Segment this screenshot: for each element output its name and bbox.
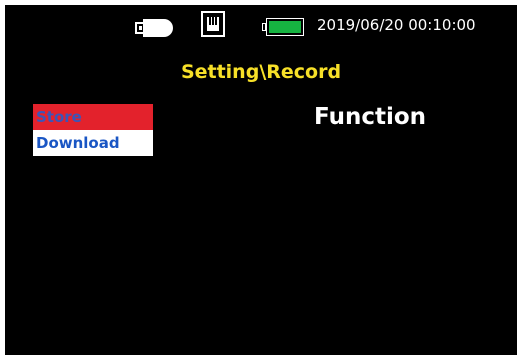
- battery-icon: [262, 18, 304, 36]
- menu-item-download[interactable]: Download: [33, 130, 153, 156]
- ethernet-port-icon: [201, 11, 225, 37]
- device-screen: 2019/06/20 00:10:00 Setting\Record Store…: [5, 5, 517, 355]
- status-datetime: 2019/06/20 00:10:00: [317, 16, 476, 34]
- record-menu: Store Download: [33, 104, 153, 156]
- function-label: Function: [314, 104, 427, 130]
- page-title: Setting\Record: [180, 61, 342, 83]
- usb-drive-icon: [135, 19, 175, 37]
- status-bar: 2019/06/20 00:10:00: [5, 5, 517, 45]
- menu-item-store[interactable]: Store: [33, 104, 153, 130]
- battery-level-fill: [269, 21, 301, 33]
